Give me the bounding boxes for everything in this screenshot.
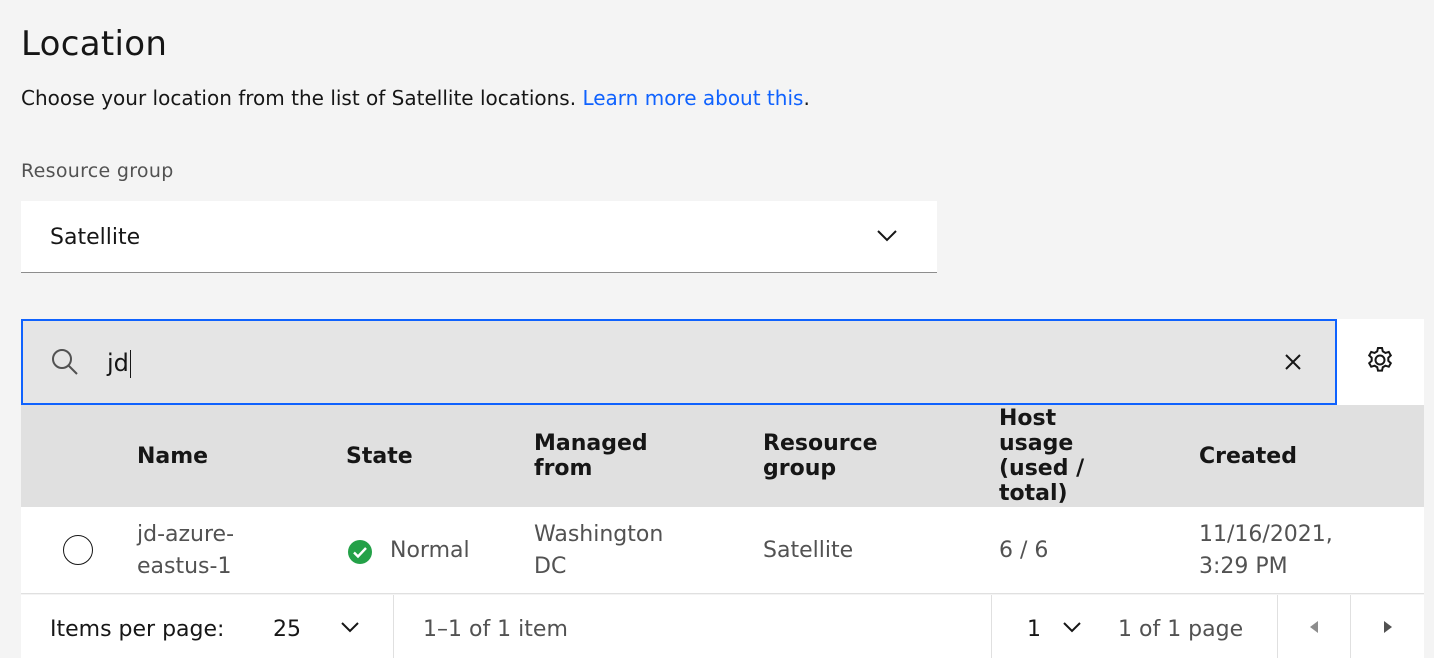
column-header-resource-group-line1: Resource	[763, 431, 878, 456]
pager-divider	[991, 595, 992, 658]
column-header-created[interactable]: Created	[1199, 444, 1297, 469]
column-header-managed-from[interactable]: Managed from	[534, 431, 648, 481]
next-page-button[interactable]	[1351, 595, 1424, 658]
column-header-managed-from-line1: Managed	[534, 431, 648, 456]
cell-name-line2: eastus-1	[137, 554, 232, 579]
description-end: .	[803, 86, 810, 110]
cell-state: Normal	[390, 538, 470, 563]
learn-more-link[interactable]: Learn more about this	[582, 86, 803, 110]
caret-right-icon	[1384, 621, 1392, 633]
search-input[interactable]: jd	[107, 343, 1207, 383]
cell-name: jd-azure- eastus-1	[137, 519, 234, 583]
column-header-resource-group[interactable]: Resource group	[763, 431, 878, 481]
column-header-host-usage[interactable]: Host usage (used / total)	[999, 406, 1084, 506]
column-header-host-usage-line2: usage	[999, 431, 1074, 456]
page-title: Location	[21, 24, 168, 64]
cell-managed-from: Washington DC	[534, 519, 663, 583]
chevron-down-icon	[877, 230, 897, 242]
cell-host-usage: 6 / 6	[999, 538, 1049, 563]
chevron-down-icon	[341, 622, 359, 633]
search-icon	[52, 349, 78, 375]
search-bar[interactable]: jd	[21, 319, 1337, 405]
caret-left-icon	[1310, 621, 1318, 633]
table-settings-button[interactable]	[1337, 319, 1424, 405]
resource-group-selected-value: Satellite	[50, 225, 141, 250]
page-description: Choose your location from the list of Sa…	[21, 86, 810, 110]
text-cursor	[129, 350, 132, 378]
pager-divider	[393, 595, 394, 658]
items-per-page-value: 25	[273, 617, 301, 642]
column-header-state[interactable]: State	[346, 444, 413, 469]
cell-created-line1: 11/16/2021,	[1199, 522, 1333, 547]
row-select-radio[interactable]	[63, 535, 93, 565]
item-range-text: 1–1 of 1 item	[423, 617, 568, 642]
table-header: Name State Managed from Resource group H…	[21, 405, 1424, 507]
column-header-host-usage-line1: Host	[999, 406, 1057, 431]
check-circle-icon	[348, 540, 372, 564]
cell-created-line2: 3:29 PM	[1199, 554, 1288, 579]
description-text: Choose your location from the list of Sa…	[21, 86, 583, 110]
chevron-down-icon	[1063, 622, 1081, 633]
cell-managed-from-line2: DC	[534, 554, 567, 579]
resource-group-label: Resource group	[21, 160, 174, 182]
resource-group-dropdown[interactable]: Satellite	[21, 201, 937, 273]
table-row[interactable]: jd-azure- eastus-1 Normal Washington DC …	[21, 507, 1424, 594]
gear-icon	[1367, 347, 1393, 372]
items-per-page-label: Items per page:	[50, 617, 225, 642]
cell-created: 11/16/2021, 3:29 PM	[1199, 519, 1333, 583]
clear-search-icon[interactable]	[1281, 350, 1305, 374]
cell-name-line1: jd-azure-	[137, 522, 235, 547]
previous-page-button[interactable]	[1278, 595, 1350, 658]
pagination-bar: Items per page: 25 1–1 of 1 item 1 1 of …	[21, 595, 1424, 658]
search-input-value: jd	[107, 349, 129, 377]
items-per-page-select[interactable]: 25	[261, 595, 393, 658]
column-header-host-usage-line3: (used /	[999, 456, 1085, 481]
page-select-value: 1	[1027, 617, 1041, 642]
column-header-host-usage-line4: total)	[999, 481, 1068, 506]
column-header-managed-from-line2: from	[534, 456, 593, 481]
page-range-text: 1 of 1 page	[1118, 617, 1244, 642]
page-select[interactable]: 1	[1011, 595, 1101, 658]
column-header-resource-group-line2: group	[763, 456, 837, 481]
cell-managed-from-line1: Washington	[534, 522, 664, 547]
cell-resource-group: Satellite	[763, 538, 854, 563]
column-header-name[interactable]: Name	[137, 444, 208, 469]
